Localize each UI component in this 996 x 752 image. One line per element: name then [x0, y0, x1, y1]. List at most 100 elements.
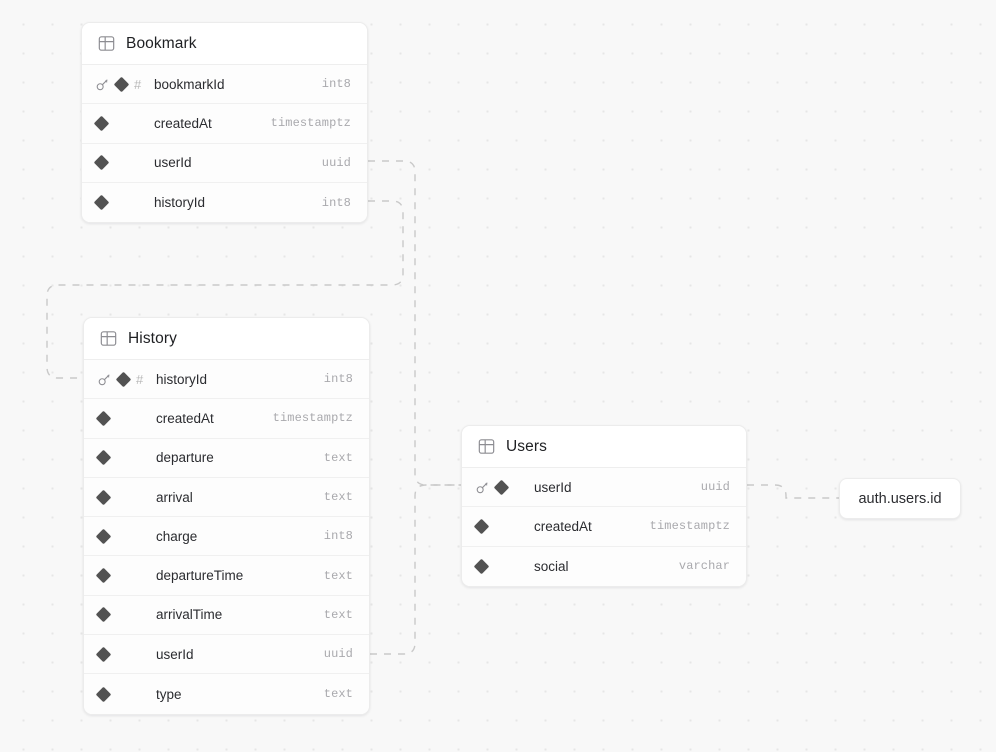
- column-type: text: [323, 607, 353, 622]
- column-type: timestamptz: [272, 411, 353, 426]
- column-name: historyId: [154, 195, 206, 211]
- table-icon: [98, 35, 115, 52]
- column-name: historyId: [156, 371, 208, 387]
- column-icons: [95, 449, 156, 466]
- edge-bookmark-userid-to-users-userid[interactable]: [368, 160, 461, 486]
- column-row[interactable]: userId uuid: [84, 635, 369, 675]
- external-ref-label: auth.users.id: [858, 490, 942, 507]
- column-icons: [95, 528, 156, 545]
- column-type: int8: [323, 529, 353, 544]
- column-diamond-icon: [93, 194, 110, 211]
- table-icon: [100, 330, 117, 347]
- column-name: arrival: [156, 489, 193, 505]
- column-icons: [95, 489, 156, 505]
- column-icons: [473, 558, 534, 575]
- column-name: createdAt: [534, 518, 592, 534]
- column-diamond-icon: [113, 76, 130, 92]
- column-icons: [95, 567, 156, 584]
- column-row[interactable]: # historyId int8: [84, 360, 369, 400]
- column-type: timestamptz: [270, 116, 351, 131]
- column-diamond-icon: [473, 518, 490, 535]
- column-row[interactable]: type text: [84, 674, 369, 714]
- column-diamond-icon: [95, 449, 112, 466]
- column-diamond-icon: [95, 607, 112, 623]
- column-name: userId: [154, 155, 192, 171]
- column-row[interactable]: userId uuid: [82, 143, 367, 183]
- column-name: type: [156, 686, 182, 702]
- diagram-canvas[interactable]: Bookmark # bookmarkId int8 createdAt timestam…: [0, 0, 996, 752]
- column-diamond-icon: [95, 528, 112, 545]
- column-row[interactable]: createdAt timestamptz: [82, 104, 367, 144]
- column-type: text: [323, 568, 353, 583]
- column-type: text: [323, 490, 353, 505]
- edge-users-userid-to-auth-users-id[interactable]: [747, 484, 839, 499]
- column-name: departure: [156, 450, 214, 466]
- column-icons: [476, 479, 534, 495]
- column-row[interactable]: userId uuid: [462, 468, 746, 508]
- column-name: arrivalTime: [156, 607, 223, 623]
- column-type: int8: [321, 195, 351, 210]
- column-row[interactable]: # bookmarkId int8: [82, 65, 367, 105]
- table-icon: [478, 438, 495, 455]
- column-diamond-icon: [95, 489, 112, 505]
- column-diamond-icon: [93, 115, 110, 132]
- column-name: bookmarkId: [154, 76, 225, 92]
- column-name: charge: [156, 528, 198, 544]
- column-diamond-icon: [473, 558, 490, 575]
- column-diamond-icon: [115, 371, 132, 387]
- column-icons: #: [98, 371, 156, 387]
- column-name: departureTime: [156, 568, 244, 584]
- column-type: uuid: [700, 480, 730, 495]
- column-icons: [95, 686, 156, 702]
- table-title: History: [128, 329, 177, 347]
- column-icons: [95, 410, 156, 427]
- column-row[interactable]: departure text: [84, 438, 369, 478]
- column-type: uuid: [321, 155, 351, 170]
- table-header-history[interactable]: History: [84, 318, 369, 360]
- column-row[interactable]: social varchar: [462, 546, 746, 586]
- primary-key-icon: [98, 373, 111, 386]
- column-diamond-icon: [95, 410, 112, 427]
- column-row[interactable]: createdAt timestamptz: [84, 399, 369, 439]
- column-type: int8: [321, 77, 351, 92]
- column-icons: [93, 154, 154, 171]
- table-node-users[interactable]: Users userId uuid createdAt timestamptz socia…: [461, 425, 747, 587]
- column-name: createdAt: [154, 115, 212, 131]
- table-title: Bookmark: [126, 34, 197, 52]
- column-row[interactable]: arrivalTime text: [84, 595, 369, 636]
- column-diamond-icon: [95, 686, 112, 702]
- column-diamond-icon: [93, 154, 110, 171]
- table-node-bookmark[interactable]: Bookmark # bookmarkId int8 createdAt timestam…: [81, 22, 368, 224]
- table-title: Users: [506, 437, 547, 455]
- column-row[interactable]: departureTime text: [84, 556, 369, 596]
- column-name: createdAt: [156, 410, 214, 426]
- column-icons: #: [96, 76, 154, 92]
- column-row[interactable]: historyId int8: [82, 182, 367, 223]
- numeric-hash-icon: #: [134, 76, 142, 92]
- primary-key-icon: [476, 481, 489, 494]
- table-node-history[interactable]: History # historyId int8 createdAt timestampt…: [83, 317, 370, 715]
- numeric-hash-icon: #: [136, 371, 144, 387]
- column-type: uuid: [323, 647, 353, 662]
- column-type: int8: [323, 372, 353, 387]
- column-diamond-icon: [493, 479, 510, 495]
- external-ref-node-auth-users-id[interactable]: auth.users.id: [839, 478, 961, 519]
- column-icons: [93, 194, 154, 211]
- table-header-users[interactable]: Users: [462, 426, 746, 468]
- column-diamond-icon: [95, 646, 112, 662]
- column-row[interactable]: createdAt timestamptz: [462, 507, 746, 547]
- edge-history-userid-to-users-userid[interactable]: [370, 484, 461, 655]
- table-header-bookmark[interactable]: Bookmark: [82, 23, 367, 65]
- column-icons: [93, 115, 154, 132]
- column-icons: [95, 607, 156, 623]
- column-icons: [95, 646, 156, 662]
- column-name: social: [534, 558, 569, 574]
- column-type: text: [323, 687, 353, 702]
- column-row[interactable]: charge int8: [84, 517, 369, 557]
- column-name: userId: [534, 479, 572, 495]
- primary-key-icon: [96, 78, 109, 91]
- column-type: text: [323, 450, 353, 465]
- column-type: varchar: [678, 559, 730, 574]
- column-name: userId: [156, 646, 194, 662]
- column-row[interactable]: arrival text: [84, 477, 369, 518]
